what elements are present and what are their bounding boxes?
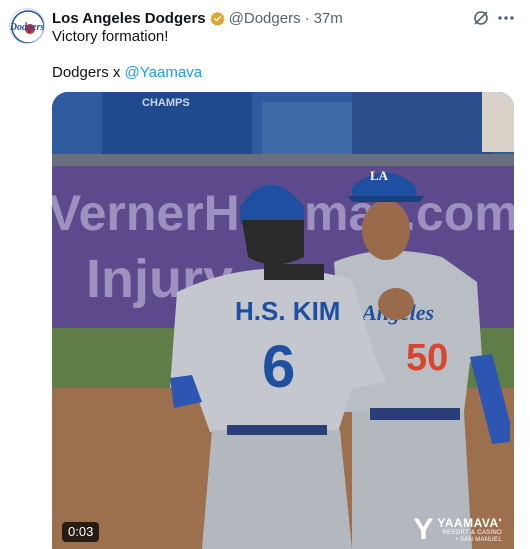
champs-text: CHAMPS xyxy=(142,97,190,109)
player-left-hair xyxy=(264,264,324,280)
player-left-pants xyxy=(202,430,352,549)
player-right-belt xyxy=(370,408,460,420)
handshake xyxy=(378,288,414,320)
player-right-cap-brim xyxy=(348,196,424,202)
sponsor-sub-2: • SAN MANUEL xyxy=(455,536,502,543)
wall-rail xyxy=(52,154,514,166)
sponsor-sub-1: RESORT & CASINO xyxy=(442,529,502,536)
avatar[interactable]: Dodgers xyxy=(9,8,45,44)
tweet-text-line-2: Dodgers x @Yaamava xyxy=(52,63,202,83)
account-name[interactable]: Los Angeles Dodgers xyxy=(52,10,206,27)
mention-link[interactable]: @Yaamava xyxy=(125,64,202,81)
player-left-number: 6 xyxy=(262,333,295,400)
tweet-text-prefix: Dodgers x xyxy=(52,64,125,81)
player-left-head xyxy=(242,220,304,265)
video-player[interactable]: CHAMPS VernerHe ma .com Injury Angeles 5… xyxy=(52,92,514,549)
sponsor-logo: Y YAAMAVA' RESORT & CASINO • SAN MANUEL xyxy=(413,515,502,545)
sponsor-name: YAAMAVA' xyxy=(437,515,502,530)
banner-text-1: VernerHe xyxy=(52,185,268,241)
separator-dot: · xyxy=(304,9,310,27)
player-left-name: H.S. KIM xyxy=(235,296,340,326)
cap-logo-text: LA xyxy=(370,168,389,183)
video-frame: CHAMPS VernerHe ma .com Injury Angeles 5… xyxy=(52,92,514,549)
player-right-number: 50 xyxy=(406,337,448,379)
video-timer: 0:03 xyxy=(62,522,100,542)
verified-badge-icon xyxy=(209,11,225,26)
grok-icon[interactable] xyxy=(472,9,490,27)
stadium-seats xyxy=(262,102,352,157)
sponsor-mark: Y xyxy=(413,513,434,546)
account-handle[interactable]: @Dodgers xyxy=(229,10,301,27)
more-icon[interactable] xyxy=(496,9,516,27)
tweet-time[interactable]: 37m xyxy=(314,10,343,27)
fan-background xyxy=(352,92,492,156)
player-left-belt xyxy=(227,425,327,435)
fan-white-shirt xyxy=(482,92,514,152)
sponsor-text: YAAMAVA' RESORT & CASINO • SAN MANUEL xyxy=(437,515,502,544)
player-right-face xyxy=(362,200,410,260)
tweet-text-line-1: Victory formation! xyxy=(52,28,169,45)
tweet-header: Los Angeles Dodgers @Dodgers · 37m xyxy=(52,9,343,27)
avatar-text: Dodgers xyxy=(10,22,44,33)
banner-text-1c: .com xyxy=(402,185,514,241)
dodgers-logo-icon: Dodgers xyxy=(10,10,44,43)
